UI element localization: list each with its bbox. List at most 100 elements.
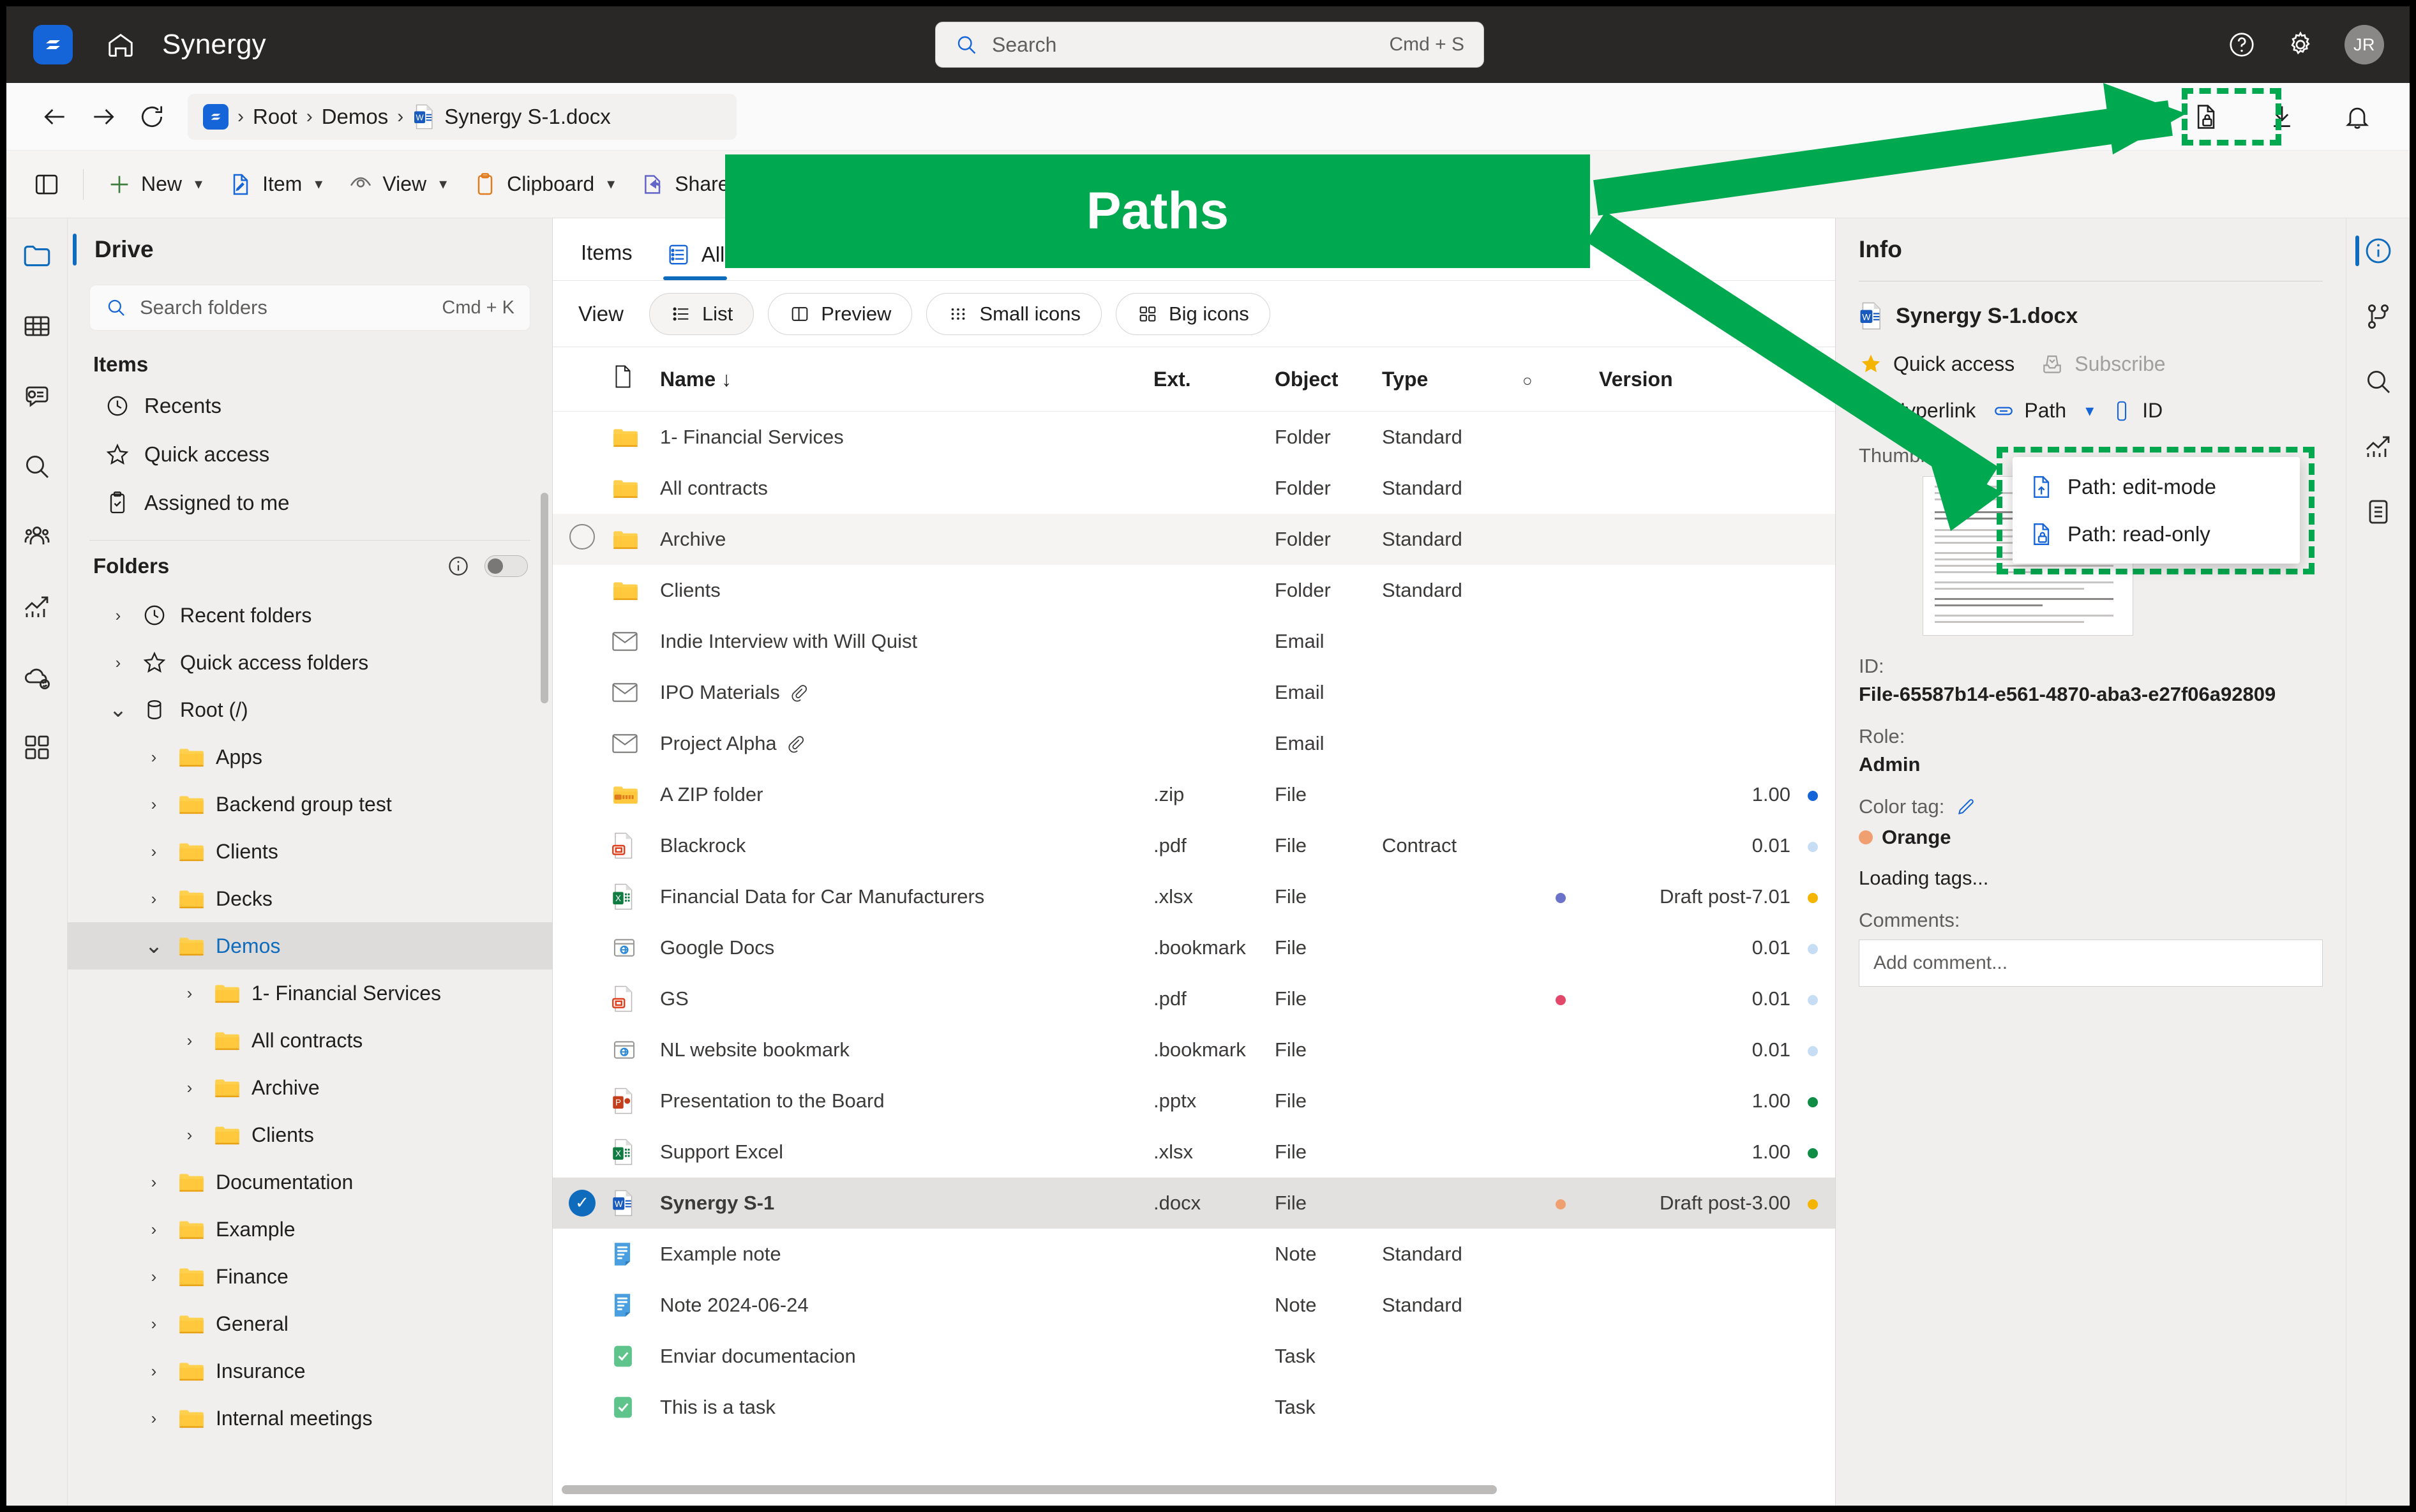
new-button[interactable]: New ▾ [94,161,215,207]
rail-item-info[interactable] [2346,235,2410,267]
chevron-right-icon[interactable]: › [140,1361,167,1381]
row-name-cell[interactable]: Clients [660,565,1153,616]
tree-item-internal-meetings[interactable]: › Internal meetings [68,1395,552,1442]
chevron-right-icon[interactable]: › [140,795,167,814]
hyperlink-button[interactable]: Hyperlink [1859,399,1976,423]
view-option-small-icons[interactable]: Small icons [926,292,1102,335]
breadcrumb-item-file[interactable]: Synergy S-1.docx [444,105,610,129]
row-select-checkbox[interactable] [553,871,612,922]
folders-toggle[interactable] [484,555,528,577]
table-row[interactable]: ✓ W Synergy S-1 .docx File Draft post-3.00 [553,1177,1835,1229]
breadcrumb-item-root[interactable]: Root [253,105,297,129]
table-row[interactable]: Google Docs .bookmark File 0.01 [553,922,1835,973]
quick-access-button[interactable]: Quick access [1859,352,2015,376]
chat-search-icon[interactable] [19,378,56,415]
row-select-checkbox[interactable] [553,514,612,565]
col-object[interactable]: Object [1275,347,1382,412]
cloud-sync-icon[interactable] [19,659,56,696]
table-row[interactable]: X Financial Data for Car Manufacturers .xl… [553,871,1835,922]
chevron-down-icon[interactable]: ⌄ [105,697,131,722]
tree-item-quick-access-folders[interactable]: › Quick access folders [68,639,552,686]
row-name-cell[interactable]: This is a task [660,1382,1153,1433]
chevron-right-icon[interactable]: › [176,1125,203,1145]
table-row[interactable]: Example note Note Standard [553,1229,1835,1280]
tree-item-clients[interactable]: › Clients [68,828,552,875]
table-row[interactable]: NL website bookmark .bookmark File 0.01 [553,1024,1835,1075]
table-row[interactable]: Project Alpha Email [553,718,1835,769]
chevron-right-icon[interactable]: › [105,653,131,673]
home-icon[interactable] [106,30,135,59]
item-button[interactable]: Item ▾ [215,161,335,207]
row-select-checkbox[interactable] [553,412,612,463]
row-select-checkbox[interactable] [553,922,612,973]
chevron-right-icon[interactable]: › [140,1267,167,1287]
chevron-right-icon[interactable]: › [140,1314,167,1334]
view-option-preview[interactable]: Preview [768,292,913,335]
tree-item-all-contracts[interactable]: › All contracts [68,1017,552,1064]
table-row[interactable]: A ZIP folder .zip File 1.00 [553,769,1835,820]
row-select-checkbox[interactable] [553,667,612,718]
search-icon[interactable] [19,448,56,485]
id-button[interactable]: ID [2110,399,2163,423]
table-row[interactable]: Indie Interview with Will Quist Email [553,616,1835,667]
row-name-cell[interactable]: Enviar documentacion [660,1331,1153,1382]
avatar[interactable]: JR [2345,25,2384,64]
row-select-checkbox[interactable] [553,820,612,871]
tree-item-demos[interactable]: ⌄ Demos [68,922,552,969]
gear-icon[interactable] [2286,30,2315,59]
row-name-cell[interactable]: Indie Interview with Will Quist [660,616,1153,667]
row-select-checkbox[interactable] [553,1280,612,1331]
tree-item-documentation[interactable]: › Documentation [68,1158,552,1206]
chevron-right-icon[interactable]: › [140,1172,167,1192]
chevron-right-icon[interactable]: › [140,1409,167,1428]
tree-item-insurance[interactable]: › Insurance [68,1347,552,1395]
row-name-cell[interactable]: Financial Data for Car Manufacturers [660,871,1153,922]
tree-item-finance[interactable]: › Finance [68,1253,552,1300]
tree-item-decks[interactable]: › Decks [68,875,552,922]
rail-item-analytics[interactable] [2346,431,2410,462]
people-icon[interactable] [19,518,56,555]
chevron-right-icon[interactable]: › [176,1031,203,1051]
table-row[interactable]: P Presentation to the Board .pptx File 1.00 [553,1075,1835,1127]
tree-item-1-financial-services[interactable]: › 1- Financial Services [68,969,552,1017]
chevron-down-icon[interactable]: ▾ [2085,401,2094,421]
menu-item-path-edit-mode[interactable]: Path: edit-mode [2013,463,2300,511]
table-row[interactable]: 1- Financial Services Folder Standard [553,412,1835,463]
row-name-cell[interactable]: NL website bookmark [660,1024,1153,1075]
row-select-checkbox[interactable]: ✓ [553,1178,612,1229]
chevron-right-icon[interactable]: › [140,842,167,862]
bell-icon[interactable] [2333,93,2382,141]
row-name-cell[interactable]: 1- Financial Services [660,412,1153,463]
col-ext[interactable]: Ext. [1153,347,1275,412]
items-horizontal-scrollbar[interactable] [562,1485,1497,1494]
edit-pencil-icon[interactable] [1956,797,1976,817]
row-name-cell[interactable]: A ZIP folder [660,769,1153,820]
info-icon[interactable] [446,554,470,578]
table-row[interactable]: This is a task Task [553,1382,1835,1433]
view-button[interactable]: View ▾ [335,161,460,207]
row-name-cell[interactable]: Google Docs [660,922,1153,973]
sidebar-scrollbar[interactable] [541,493,548,703]
sidebar-item-recents[interactable]: Recents [68,382,552,430]
apps-grid-icon[interactable] [19,729,56,766]
sidebar-item-quick-access[interactable]: Quick access [68,430,552,479]
comment-input[interactable]: Add comment... [1859,939,2323,987]
row-select-checkbox[interactable] [553,1229,612,1280]
table-row[interactable]: X Support Excel .xlsx File 1.00 [553,1127,1835,1178]
row-select-checkbox[interactable] [553,973,612,1024]
table-row[interactable]: All contracts Folder Standard [553,463,1835,514]
row-name-cell[interactable]: IPO Materials [660,667,1153,718]
row-name-cell[interactable]: All contracts [660,463,1153,514]
clipboard-button[interactable]: Clipboard ▾ [460,161,627,207]
table-row[interactable]: Note 2024-06-24 Note Standard [553,1280,1835,1331]
chevron-right-icon[interactable]: › [176,1078,203,1098]
folder-icon[interactable] [19,237,56,274]
row-name-cell[interactable]: Archive [660,514,1153,565]
tree-item-recent-folders[interactable]: › Recent folders [68,592,552,639]
row-select-checkbox[interactable] [553,769,612,820]
row-select-checkbox[interactable] [553,1331,612,1382]
row-name-cell[interactable]: Blackrock [660,820,1153,871]
global-search-input[interactable]: Search Cmd + S [935,22,1484,68]
app-logo[interactable] [33,25,73,64]
row-select-checkbox[interactable] [553,463,612,514]
